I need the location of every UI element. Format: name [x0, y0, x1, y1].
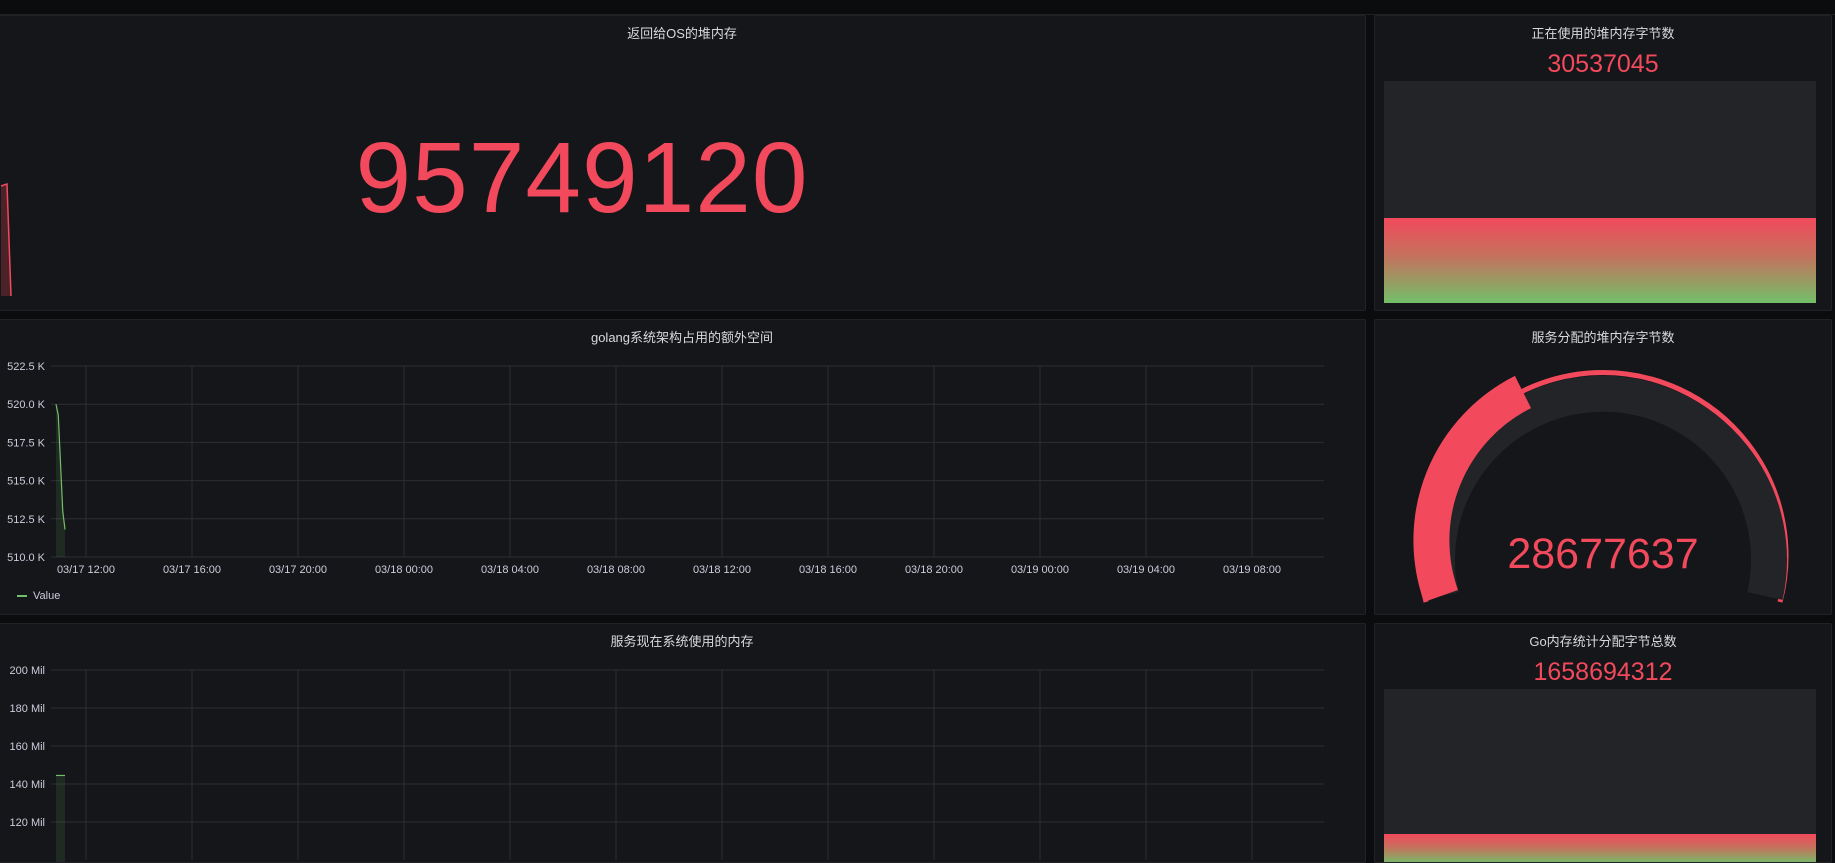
panel-returned-heap[interactable]: 返回给OS的堆内存 95749120: [0, 15, 1366, 311]
y-tick-label: 522.5 K: [7, 361, 46, 373]
gauge-value: 28677637: [1507, 530, 1699, 578]
series-area: [56, 775, 65, 862]
stat-value: 95749120: [355, 122, 809, 234]
panel-allocated-heap[interactable]: 服务分配的堆内存字节数 28677637: [1374, 319, 1832, 615]
y-tick-label: 510.0 K: [7, 552, 46, 564]
x-tick-label: 03/17 20:00: [269, 564, 327, 576]
x-tick-label: 03/18 12:00: [693, 564, 751, 576]
y-tick-label: 200 Mil: [10, 665, 45, 677]
x-tick-label: 03/19 08:00: [1223, 564, 1281, 576]
bar-gauge-fill: [1384, 218, 1816, 303]
y-tick-label: 180 Mil: [10, 703, 45, 715]
y-tick-label: 120 Mil: [10, 817, 45, 829]
chart-legend[interactable]: Value: [17, 590, 60, 602]
line-chart: 510.0 K 512.5 K 515.0 K 517.5 K 520.0 K 522.5…: [7, 361, 1324, 576]
x-tick-label: 03/17 12:00: [57, 564, 115, 576]
bar-gauge-track: [1384, 81, 1816, 303]
y-tick-label: 520.0 K: [7, 399, 46, 411]
panel-in-use-heap[interactable]: 正在使用的堆内存字节数 30537045: [1374, 15, 1832, 311]
dashboard-top-bar: [0, 0, 1835, 15]
x-tick-label: 03/19 04:00: [1117, 564, 1175, 576]
y-tick-label: 517.5 K: [7, 437, 46, 449]
legend-label: Value: [33, 590, 61, 602]
x-tick-label: 03/18 20:00: [905, 564, 963, 576]
x-tick-label: 03/17 16:00: [163, 564, 221, 576]
stat-value: 30537045: [1547, 50, 1659, 78]
y-tick-label: 160 Mil: [10, 741, 45, 753]
panel-title[interactable]: 正在使用的堆内存字节数: [1375, 23, 1831, 42]
panel-title[interactable]: 返回给OS的堆内存: [0, 23, 1365, 42]
x-tick-label: 03/18 16:00: [799, 564, 857, 576]
x-tick-label: 03/18 04:00: [481, 564, 539, 576]
legend-swatch: [17, 595, 27, 597]
bar-gauge-fill: [1384, 834, 1816, 862]
area-chart: 120 Mil 140 Mil 160 Mil 180 Mil 200 Mil: [10, 665, 1324, 862]
x-tick-label: 03/18 08:00: [587, 564, 645, 576]
bar-gauge-track: [1384, 689, 1816, 862]
y-tick-label: 515.0 K: [7, 476, 46, 488]
stat-value: 1658694312: [1533, 658, 1673, 686]
y-tick-label: 140 Mil: [10, 779, 45, 791]
panel-title[interactable]: Go内存统计分配字节总数: [1375, 631, 1831, 650]
panel-go-total-alloc[interactable]: Go内存统计分配字节总数 1658694312: [1374, 623, 1832, 863]
x-tick-label: 03/18 00:00: [375, 564, 433, 576]
y-tick-label: 512.5 K: [7, 514, 46, 526]
x-tick-label: 03/19 00:00: [1011, 564, 1069, 576]
panel-golang-extra[interactable]: golang系统架构占用的额外空间 510.0 K 512.5 K 515.0 K5…: [0, 319, 1366, 615]
panel-sys-memory[interactable]: 服务现在系统使用的内存 120 Mil 140 Mil 160 Mil 180 Mil…: [0, 623, 1366, 863]
